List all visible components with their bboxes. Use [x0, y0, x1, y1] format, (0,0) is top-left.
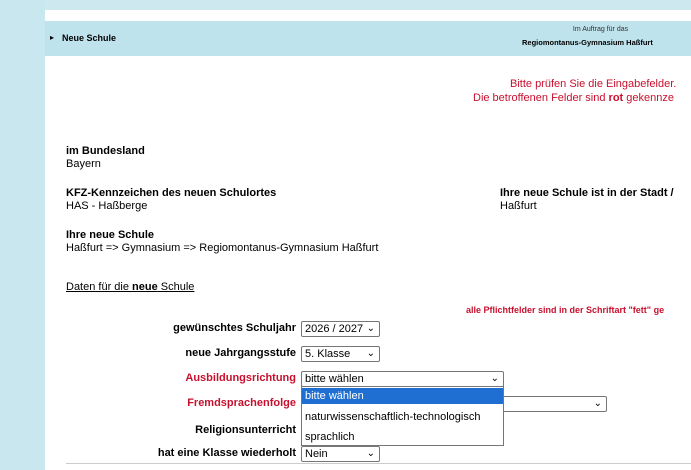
- link-text-end: Schule: [157, 281, 195, 293]
- stadt-value: Haßfurt: [500, 200, 537, 212]
- kfz-label: KFZ-Kennzeichen des neuen Schulortes: [66, 187, 277, 199]
- schule-label: Ihre neue Schule: [66, 229, 155, 241]
- stadt-label: Ihre neue Schule ist in der Stadt /: [500, 187, 674, 199]
- wiederholt-select[interactable]: Nein ⌄: [301, 446, 380, 462]
- chevron-down-icon: ⌄: [366, 448, 375, 459]
- left-sidebar-bar: [0, 0, 45, 470]
- warning-line-1: Bitte prüfen Sie die Eingabefelder.: [510, 78, 677, 90]
- dropdown-option[interactable]: sprachlich: [302, 429, 503, 445]
- arrow-right-icon: ▸: [50, 33, 55, 42]
- wiederholt-value: Nein: [305, 448, 328, 460]
- ausbildung-label: Ausbildungsrichtung: [185, 372, 296, 384]
- chevron-down-icon: ⌄: [366, 323, 375, 334]
- page-header: ▸ Neue Schule Im Auftrag für das Regiomo…: [45, 21, 691, 56]
- ausbildung-value: bitte wählen: [305, 373, 364, 385]
- link-text: Daten für die: [66, 281, 133, 293]
- link-bold-text: neue: [132, 281, 158, 293]
- kfz-value: HAS - Haßberge: [66, 200, 148, 212]
- jahrgang-value: 5. Klasse: [305, 348, 351, 360]
- fremdsprachen-label: Fremdsprachenfolge: [187, 397, 296, 409]
- header-subtitle: Im Auftrag für das: [572, 26, 629, 33]
- ausbildung-dropdown-list: bitte wählen naturwissenschaftlich-techn…: [301, 386, 504, 446]
- chevron-down-icon: ⌄: [366, 348, 375, 359]
- schuljahr-select[interactable]: 2026 / 2027 ⌄: [301, 321, 380, 337]
- bundesland-value: Bayern: [66, 158, 101, 170]
- daten-neue-schule-link[interactable]: Daten für die neue Schule: [66, 281, 194, 294]
- warning-text: Die betroffenen Felder sind: [473, 92, 609, 104]
- dropdown-option[interactable]: bitte wählen: [302, 388, 503, 404]
- schuljahr-label: gewünschtes Schuljahr: [173, 322, 296, 334]
- schuljahr-value: 2026 / 2027: [305, 323, 364, 335]
- warning-bold-text: rot: [608, 92, 624, 104]
- jahrgang-label: neue Jahrgangsstufe: [185, 347, 296, 359]
- header-school-name: Regiomontanus-Gymnasium Haßfurt: [522, 38, 653, 47]
- header-title: Neue Schule: [62, 33, 117, 43]
- warning-line-2: Die betroffenen Felder sind rot gekennze: [473, 92, 674, 105]
- schule-value: Haßfurt => Gymnasium => Regiomontanus-Gy…: [66, 242, 379, 254]
- pflichtfelder-hint: alle Pflichtfelder sind in der Schriftar…: [466, 305, 665, 315]
- chevron-down-icon: ⌄: [490, 373, 499, 384]
- top-strip: [45, 0, 691, 10]
- wiederholt-label: hat eine Klasse wiederholt: [157, 447, 296, 459]
- bundesland-label: im Bundesland: [66, 145, 145, 157]
- chevron-down-icon: ⌄: [593, 398, 602, 409]
- religion-label: Religionsunterricht: [195, 424, 296, 436]
- divider: [66, 463, 691, 464]
- ausbildung-select[interactable]: bitte wählen ⌄: [301, 371, 504, 387]
- dropdown-option[interactable]: naturwissenschaftlich-technologisch: [302, 409, 503, 425]
- jahrgang-select[interactable]: 5. Klasse ⌄: [301, 346, 380, 362]
- warning-text-end: gekennze: [623, 92, 674, 104]
